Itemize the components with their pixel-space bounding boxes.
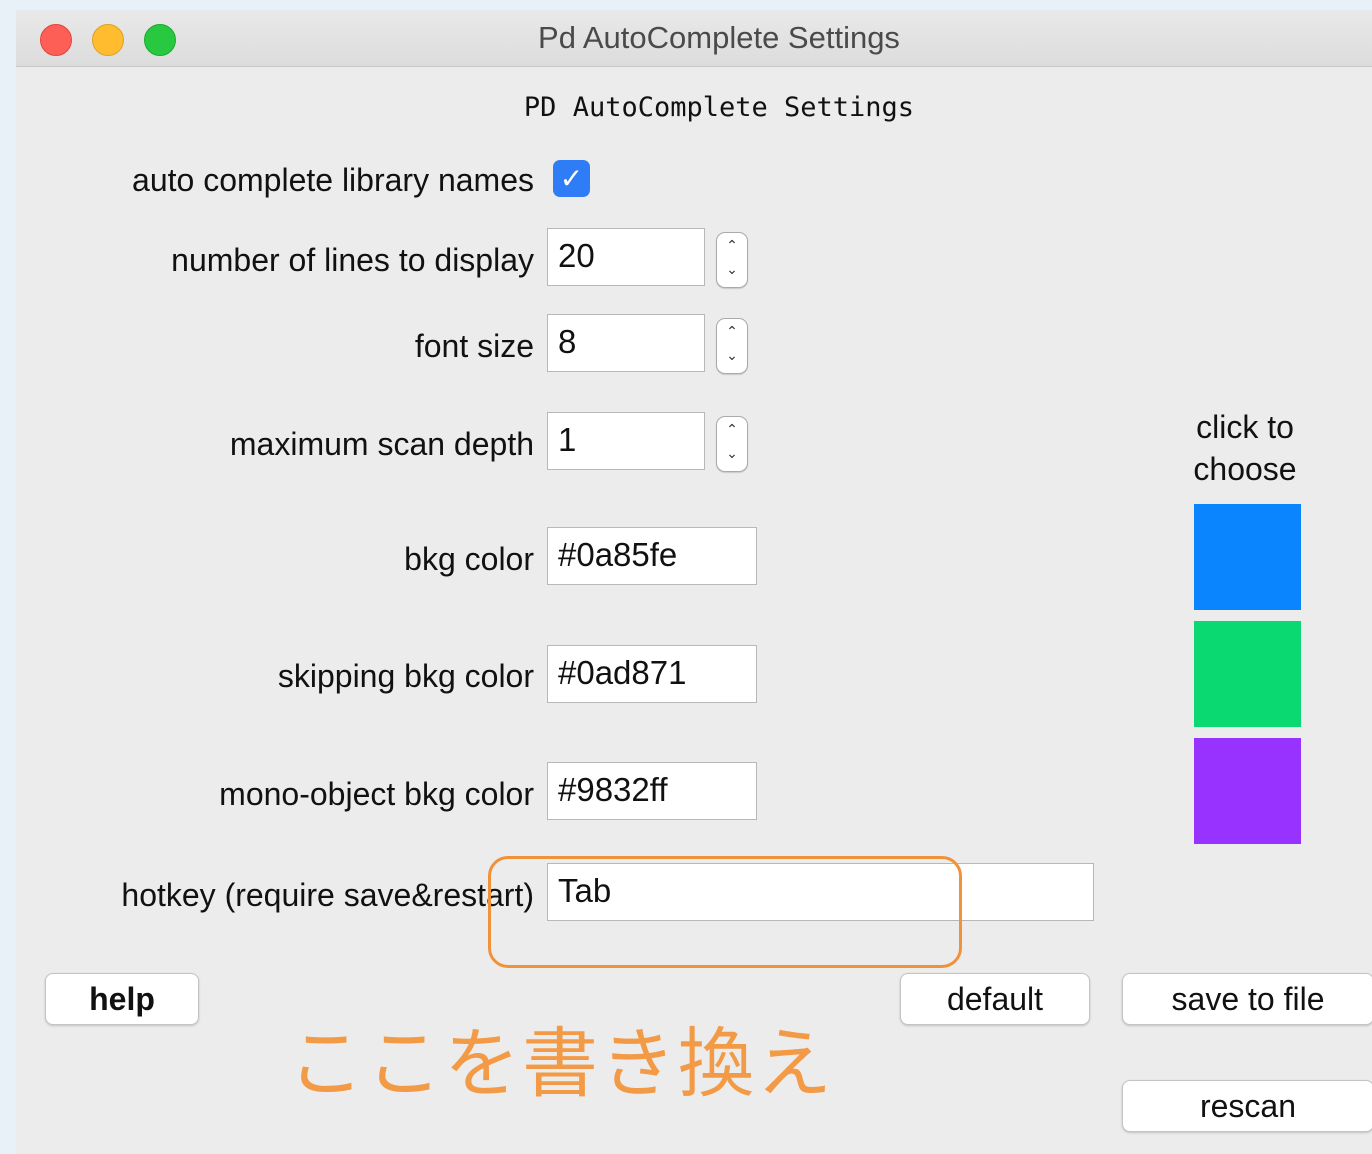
mono-bkg-color-input[interactable]: #9832ff [547,762,757,820]
font-size-stepper[interactable]: ⌃ ⌄ [716,318,748,374]
hotkey-highlight-box [488,856,962,968]
scan-depth-label: maximum scan depth [229,426,534,462]
chevron-up-icon[interactable]: ⌃ [717,417,747,441]
lines-to-display-label: number of lines to display [171,242,534,278]
title-bar: Pd AutoComplete Settings [16,10,1372,67]
mono-bkg-color-swatch[interactable] [1194,738,1301,844]
auto-complete-label: auto complete library names [132,162,534,198]
bkg-color-input[interactable]: #0a85fe [547,527,757,585]
lines-to-display-input[interactable]: 20 [547,228,705,286]
skipping-bkg-color-swatch[interactable] [1194,621,1301,727]
settings-heading: PD AutoComplete Settings [523,92,915,123]
default-button[interactable]: default [900,973,1090,1025]
save-to-file-button[interactable]: save to file [1122,973,1372,1025]
auto-complete-checkbox[interactable]: ✓ [553,160,590,197]
hotkey-label: hotkey (require save&restart) [121,877,534,913]
skipping-bkg-color-input[interactable]: #0ad871 [547,645,757,703]
click-to-choose-label: click to choose [1193,409,1297,487]
chevron-down-icon[interactable]: ⌄ [717,343,747,367]
bkg-color-label: bkg color [404,541,534,577]
chevron-up-icon[interactable]: ⌃ [717,233,747,257]
lines-to-display-stepper[interactable]: ⌃ ⌄ [716,232,748,288]
rescan-button[interactable]: rescan [1122,1080,1372,1132]
font-size-input[interactable]: 8 [547,314,705,372]
skipping-bkg-color-label: skipping bkg color [277,658,534,694]
annotation-text: ここを書き換え [288,1022,834,1107]
bkg-color-swatch[interactable] [1194,504,1301,610]
window-title: Pd AutoComplete Settings [538,20,900,55]
mono-bkg-color-label: mono-object bkg color [219,776,534,812]
chevron-up-icon[interactable]: ⌃ [717,319,747,343]
scan-depth-input[interactable]: 1 [547,412,705,470]
chevron-down-icon[interactable]: ⌄ [717,441,747,465]
font-size-label: font size [414,328,534,364]
chevron-down-icon[interactable]: ⌄ [717,257,747,281]
settings-window: Pd AutoComplete Settings PD AutoComplete… [16,10,1372,1154]
checkmark-icon: ✓ [559,163,584,194]
scan-depth-stepper[interactable]: ⌃ ⌄ [716,416,748,472]
help-button[interactable]: help [45,973,199,1025]
